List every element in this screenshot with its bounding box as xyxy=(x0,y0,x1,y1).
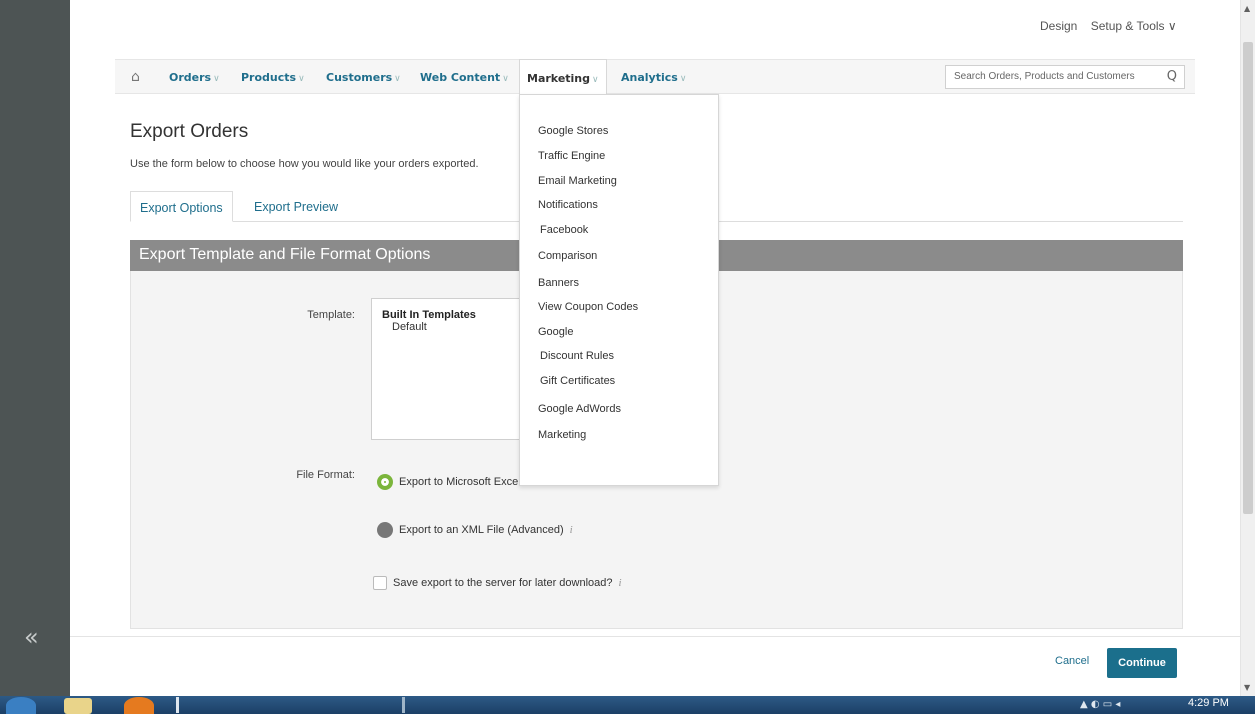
nav-products[interactable]: Products ∨ xyxy=(241,71,305,84)
nav-analytics[interactable]: Analytics ∨ xyxy=(621,71,686,84)
search-placeholder: Search Orders, Products and Customers xyxy=(954,71,1135,82)
nav-orders[interactable]: Orders ∨ xyxy=(169,71,220,84)
marketing-dropdown-menu: Google Stores Traffic Engine Email Marke… xyxy=(519,94,719,486)
template-label: Template: xyxy=(307,309,355,321)
vertical-scrollbar[interactable]: ▲ ▼ xyxy=(1240,0,1255,696)
chevron-down-icon: ∨ xyxy=(213,74,220,84)
radio-export-xml[interactable]: Export to an XML File (Advanced) i xyxy=(377,522,573,538)
os-taskbar: ▲ ◐ ▭ ◂ 4:29 PM xyxy=(0,696,1255,714)
nav-products-label: Products xyxy=(241,71,297,84)
save-to-server-option[interactable]: Save export to the server for later down… xyxy=(373,576,622,590)
radio-unselected-icon[interactable] xyxy=(377,522,393,538)
menu-item-google[interactable]: Google xyxy=(538,326,573,338)
footer-divider xyxy=(70,636,1240,637)
info-icon[interactable]: i xyxy=(619,577,622,589)
search-input[interactable]: Search Orders, Products and Customers Q xyxy=(945,65,1185,89)
nav-web-content-label: Web Content xyxy=(420,71,501,84)
file-explorer-icon[interactable] xyxy=(64,698,92,714)
template-option-default[interactable]: Default xyxy=(382,321,520,333)
menu-item-comparison[interactable]: Comparison xyxy=(538,250,597,262)
collapse-sidebar-icon[interactable]: « xyxy=(24,622,39,652)
menu-item-email-marketing[interactable]: Email Marketing xyxy=(538,175,617,187)
left-sidebar: « xyxy=(0,0,70,696)
menu-item-google-adwords[interactable]: Google AdWords xyxy=(538,403,621,415)
chevron-down-icon: ∨ xyxy=(679,74,687,84)
design-link[interactable]: Design xyxy=(1040,19,1077,33)
page-description: Use the form below to choose how you wou… xyxy=(130,158,479,170)
home-icon[interactable]: ⌂ xyxy=(131,69,140,85)
radio-selected-icon[interactable] xyxy=(377,474,393,490)
continue-button[interactable]: Continue xyxy=(1107,648,1177,678)
nav-marketing-label: Marketing xyxy=(527,72,591,85)
file-format-label: File Format: xyxy=(296,469,355,481)
clock[interactable]: 4:29 PM xyxy=(1188,697,1229,709)
save-to-server-checkbox[interactable] xyxy=(373,576,387,590)
menu-item-traffic-engine[interactable]: Traffic Engine xyxy=(538,150,605,162)
chevron-down-icon: ∨ xyxy=(502,74,509,84)
menu-item-marketing[interactable]: Marketing xyxy=(538,429,586,441)
menu-item-banners[interactable]: Banners xyxy=(538,277,579,289)
nav-customers[interactable]: Customers ∨ xyxy=(326,71,401,84)
radio-xml-label: Export to an XML File (Advanced) xyxy=(399,523,564,536)
scroll-up-icon[interactable]: ▲ xyxy=(1244,4,1250,13)
nav-marketing[interactable]: Marketing ∨ xyxy=(519,59,607,95)
main-navbar: ⌂ Orders ∨ Products ∨ Customers ∨ Web Conte… xyxy=(115,59,1195,95)
chevron-down-icon: ∨ xyxy=(592,75,599,85)
firefox-icon[interactable] xyxy=(124,697,154,714)
chevron-down-icon: ∨ xyxy=(394,74,401,84)
nav-analytics-label: Analytics xyxy=(621,71,678,84)
scroll-down-icon[interactable]: ▼ xyxy=(1244,683,1250,692)
menu-item-view-coupon-codes[interactable]: View Coupon Codes xyxy=(538,301,638,313)
taskbar-divider xyxy=(402,697,405,713)
template-group-label: Built In Templates xyxy=(382,309,476,321)
menu-item-notifications[interactable]: Notifications xyxy=(538,199,598,211)
menu-item-google-stores[interactable]: Google Stores xyxy=(538,125,608,137)
info-icon[interactable]: i xyxy=(570,524,573,536)
nav-web-content[interactable]: Web Content ∨ xyxy=(420,71,509,84)
save-to-server-label: Save export to the server for later down… xyxy=(393,576,613,589)
cancel-button[interactable]: Cancel xyxy=(1055,655,1089,667)
menu-item-facebook[interactable]: Facebook xyxy=(540,224,588,236)
search-icon[interactable]: Q xyxy=(1167,69,1177,84)
page-title: Export Orders xyxy=(130,121,249,142)
chevron-down-icon: ∨ xyxy=(298,74,305,84)
setup-tools-link[interactable]: Setup & Tools ∨ xyxy=(1091,19,1177,33)
start-button-icon[interactable] xyxy=(6,697,36,714)
menu-item-gift-certificates[interactable]: Gift Certificates xyxy=(540,375,615,387)
nav-orders-label: Orders xyxy=(169,71,212,84)
tab-export-preview[interactable]: Export Preview xyxy=(245,191,347,222)
system-tray-icons[interactable]: ▲ ◐ ▭ ◂ xyxy=(1080,699,1120,710)
tab-export-options[interactable]: Export Options xyxy=(130,191,233,222)
radio-export-excel[interactable]: Export to Microsoft Exce xyxy=(377,474,518,490)
template-select[interactable]: Built In Templates Default xyxy=(371,298,531,440)
radio-excel-label: Export to Microsoft Exce xyxy=(399,475,519,488)
nav-customers-label: Customers xyxy=(326,71,393,84)
scrollbar-thumb[interactable] xyxy=(1243,42,1253,514)
menu-item-discount-rules[interactable]: Discount Rules xyxy=(540,350,614,362)
taskbar-window-button[interactable] xyxy=(176,697,179,713)
top-utility-bar: Design Setup & Tools ∨ xyxy=(1040,19,1187,33)
